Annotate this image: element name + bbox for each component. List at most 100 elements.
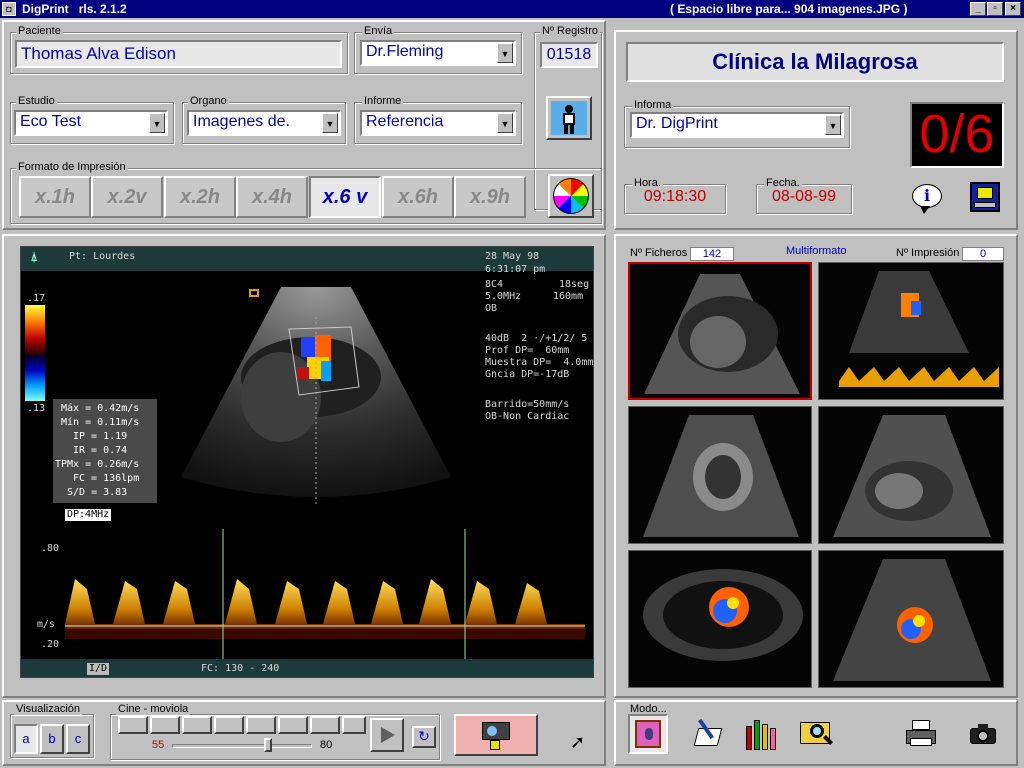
thumbnail-5[interactable]	[628, 550, 812, 688]
play-icon	[381, 727, 395, 743]
thumbnail-6[interactable]	[818, 550, 1004, 688]
thumbnail-3[interactable]	[628, 406, 812, 544]
measurement-sd: S/D = 3.83	[67, 487, 128, 498]
report-value: Referencia	[366, 113, 444, 130]
study-combo[interactable]: Eco Test ▼	[14, 110, 168, 136]
report-label: Informe	[362, 95, 404, 107]
registry-label: Nº Registro	[540, 25, 600, 37]
files-label: Nº Ficheros	[630, 247, 688, 259]
us-probe: 8C4	[485, 279, 504, 290]
view-b-button[interactable]: b	[40, 724, 64, 754]
files-count: 142	[690, 247, 734, 261]
study-value: Eco Test	[20, 113, 82, 130]
close-button[interactable]: ×	[1005, 2, 1021, 16]
format-button-x4h[interactable]: x.4h	[236, 176, 308, 218]
cine-frame-1[interactable]	[118, 716, 148, 734]
cine-frame-7[interactable]	[310, 716, 340, 734]
camera-icon[interactable]	[968, 722, 1000, 748]
maximize-button[interactable]: ▫	[987, 2, 1003, 16]
registry-number: 01518	[540, 42, 598, 68]
cine-frame-2[interactable]	[150, 716, 180, 734]
patient-figure-button[interactable]	[546, 96, 592, 140]
format-button-x9h[interactable]: x.9h	[454, 176, 526, 218]
cine-frame-8[interactable]	[342, 716, 366, 734]
chevron-down-icon[interactable]: ▼	[497, 113, 513, 133]
date-value: 08-08-99	[771, 188, 837, 205]
us-patient: Pt: Lourdes	[69, 251, 136, 262]
view-a-button[interactable]: a	[14, 724, 38, 754]
computer-icon[interactable]	[970, 182, 1000, 212]
format-button-x2h[interactable]: x.2h	[164, 176, 236, 218]
color-wheel-button[interactable]	[548, 174, 594, 218]
clinic-name: Clínica la Milagrosa	[626, 42, 1004, 82]
us-params4: Gncia DP=-17dB	[485, 369, 570, 380]
format-button-x1h[interactable]: x.1h	[19, 176, 91, 218]
chevron-down-icon[interactable]: ▼	[149, 113, 165, 133]
patient-name-field[interactable]: Thomas Alva Edison	[15, 40, 342, 68]
us-time: 6:31:07 pm	[485, 264, 546, 275]
report-combo[interactable]: Referencia ▼	[360, 110, 516, 136]
us-params5: Barrido=50mm/s	[485, 399, 570, 410]
us-date: 28 May 98	[485, 251, 540, 262]
measurement-fc: FC = 136lpm	[73, 473, 140, 484]
cine-max: 80	[320, 739, 333, 751]
thumbnail-2[interactable]	[818, 262, 1004, 400]
free-space-status: ( Espacio libre para... 904 imagenes.JPG…	[670, 2, 908, 16]
app-camera-icon[interactable]: ◘	[2, 2, 16, 16]
chevron-down-icon[interactable]: ▼	[825, 115, 841, 135]
edit-report-icon[interactable]	[692, 716, 726, 750]
cine-frame-6[interactable]	[278, 716, 308, 734]
video-camera-icon	[482, 722, 510, 740]
velocity-scale-lower	[25, 355, 45, 401]
info-icon[interactable]: i	[910, 182, 944, 214]
organ-value: Imagenes de.	[193, 113, 290, 130]
us-params2: Prof DP= 60mm	[485, 345, 570, 356]
sender-combo[interactable]: Dr.Fleming ▼	[360, 40, 516, 66]
thumbnail-1[interactable]	[628, 262, 812, 400]
patient-label: Paciente	[16, 25, 63, 37]
us-params1: 40dB 2 ·/+1/2/ 5	[485, 333, 588, 344]
time-value: 09:18:30	[643, 188, 707, 205]
ultrasound-main-image[interactable]: ⍋ Pt: Lourdes 28 May 98 6:31:07 pm 8C4 1…	[20, 246, 594, 678]
pencils-icon[interactable]	[744, 716, 778, 752]
print-count: 0	[962, 247, 1004, 261]
mouse-pointer-icon: ➚	[570, 732, 586, 752]
cine-frame-5[interactable]	[246, 716, 276, 734]
search-folder-icon[interactable]	[800, 716, 836, 750]
video-capture-button[interactable]	[454, 714, 538, 756]
cine-frame-3[interactable]	[182, 716, 212, 734]
cine-speed-slider[interactable]	[172, 744, 312, 748]
view-c-button[interactable]: c	[66, 724, 90, 754]
cine-frame-4[interactable]	[214, 716, 244, 734]
app-title: DigPrint rls. 2.1.2	[22, 2, 127, 16]
organ-combo[interactable]: Imagenes de. ▼	[187, 110, 341, 136]
doppler-axis-top: .80	[41, 543, 60, 554]
chevron-down-icon[interactable]: ▼	[322, 113, 338, 133]
mode-picture-button[interactable]	[628, 714, 668, 754]
us-depth: 160mm	[553, 291, 584, 302]
printer-icon[interactable]	[904, 720, 938, 750]
print-counter: 0/6	[910, 102, 1004, 168]
informa-combo[interactable]: Dr. DigPrint ▼	[630, 112, 844, 138]
format-button-x6v[interactable]: x.6 v	[309, 176, 381, 218]
us-fps: 18seg	[559, 279, 590, 290]
format-button-x6h[interactable]: x.6h	[382, 176, 454, 218]
thumbnail-4[interactable]	[818, 406, 1004, 544]
measurement-ir: IR = 0.74	[73, 445, 128, 456]
us-freq: 5.0MHz	[485, 291, 522, 302]
person-icon	[551, 101, 587, 135]
loop-icon[interactable]: ↻	[412, 726, 436, 748]
cine-slider-thumb[interactable]	[264, 738, 273, 752]
cine-play-button[interactable]	[370, 718, 404, 752]
chevron-down-icon[interactable]: ▼	[497, 43, 513, 63]
measurements-box: Máx = 0.42m/s Mín = 0.11m/s IP = 1.19 IR…	[53, 399, 157, 503]
us-scale-bottom: .13	[27, 403, 46, 414]
minimize-button[interactable]: _	[970, 2, 986, 16]
organ-label: Organo	[188, 95, 229, 107]
doppler-label: DP:4MHz	[65, 509, 112, 521]
focus-marker-icon	[249, 289, 259, 297]
us-params3: Muestra DP= 4.0mm	[485, 357, 594, 368]
format-button-x2v[interactable]: x.2v	[91, 176, 163, 218]
us-scale-top: .17	[27, 293, 46, 304]
cine-frames	[118, 716, 366, 736]
